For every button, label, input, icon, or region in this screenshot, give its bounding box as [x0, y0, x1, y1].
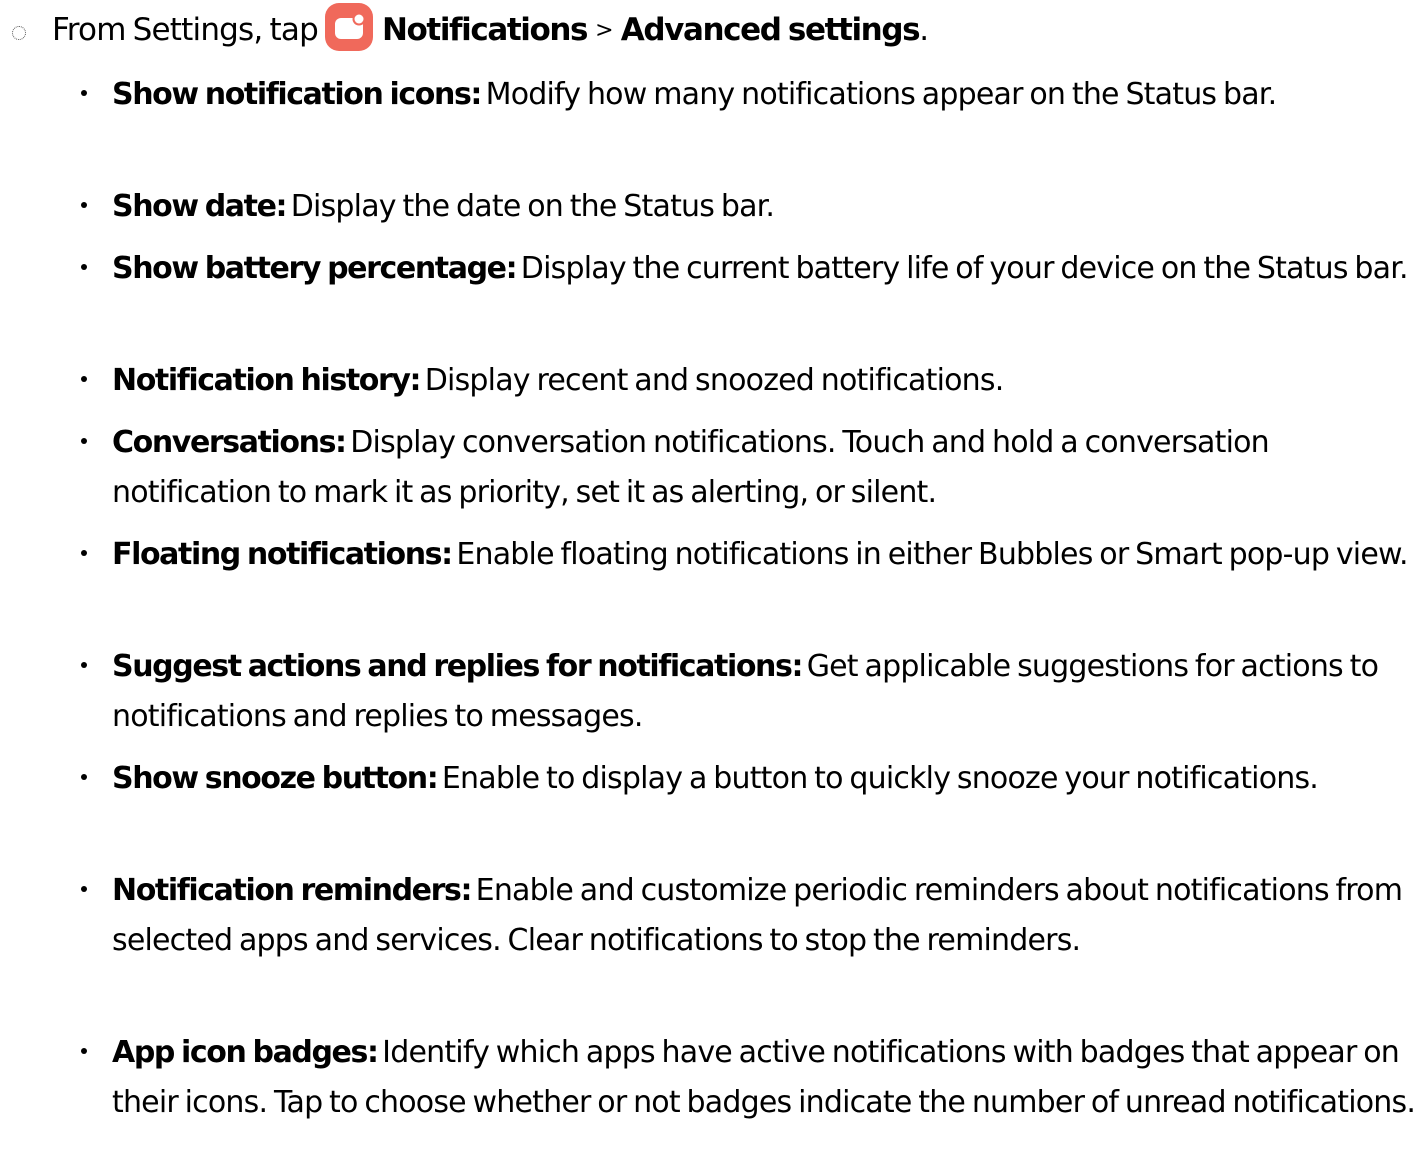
- notifications-menu-item: Notifications: [381, 12, 589, 48]
- option-colon: :: [275, 189, 288, 224]
- option-colon: :: [335, 425, 347, 460]
- step-prefix: From Settings, tap: [52, 12, 319, 48]
- instruction-step: From Settings, tap Notifications > Advanced…: [0, 0, 1426, 62]
- option-item: Show notification icons: Modify how many …: [81, 70, 1420, 120]
- option-description: Modify how many notifications appear on …: [485, 77, 1278, 112]
- bullet-icon: [81, 886, 87, 892]
- option-term: App icon badges: [112, 1035, 368, 1070]
- bullet-icon: [81, 376, 87, 382]
- bullet-icon: [81, 1048, 87, 1054]
- advanced-settings-menu-item: Advanced settings: [620, 12, 921, 48]
- option-item: Show date: Display the date on the Status…: [81, 182, 1420, 232]
- option-item: Suggest actions and replies for notifica…: [81, 642, 1420, 742]
- notifications-app-icon-badge: [354, 14, 364, 23]
- option-term: Show date: [112, 189, 277, 224]
- option-description: Display the date on the Status bar.: [290, 189, 775, 224]
- option-term: Suggest actions and replies for notifica…: [112, 649, 793, 684]
- bullet-icon: [81, 774, 87, 780]
- option-term: Conversations: [112, 425, 336, 460]
- breadcrumb-separator: >: [595, 18, 613, 43]
- option-term: Floating notifications: [112, 537, 443, 572]
- option-description: Display recent and snoozed notifications…: [424, 363, 1005, 398]
- option-item: App icon badges: Identify which apps have…: [81, 1028, 1420, 1128]
- option-item: Show battery percentage: Display the curr…: [81, 244, 1420, 294]
- option-term: Show notification icons: [112, 77, 472, 112]
- option-colon: :: [791, 649, 803, 684]
- bullet-icon: [81, 438, 87, 444]
- option-term: Show battery percentage: [112, 251, 507, 286]
- step-period: .: [919, 12, 929, 48]
- bullet-icon: [81, 662, 87, 668]
- step-text: From Settings, tap Notifications > Advanced…: [52, 2, 929, 56]
- bullet-icon: [81, 90, 87, 96]
- option-item: Notification reminders: Enable and custom…: [81, 866, 1420, 966]
- option-colon: :: [470, 77, 482, 112]
- option-colon: :: [460, 873, 472, 908]
- option-colon: :: [441, 537, 453, 572]
- option-item: Show snooze button: Enable to display a b…: [81, 754, 1420, 804]
- option-colon: :: [426, 761, 439, 796]
- option-description: Enable floating notifications in either …: [456, 537, 1408, 572]
- option-term: Notification history: [112, 363, 411, 398]
- option-term: Notification reminders: [112, 873, 462, 908]
- option-term: Show snooze button: [112, 761, 428, 796]
- step-marker-icon: [12, 26, 26, 40]
- bullet-icon: [81, 550, 87, 556]
- option-item: Floating notifications: Enable floating n…: [81, 530, 1420, 580]
- option-colon: :: [409, 363, 422, 398]
- option-item: Notification history: Display recent and …: [81, 356, 1420, 406]
- option-description: Enable to display a button to quickly sn…: [441, 761, 1319, 796]
- option-description: Display the current battery life of your…: [520, 251, 1409, 286]
- bullet-icon: [81, 264, 87, 270]
- option-colon: :: [366, 1035, 379, 1070]
- option-colon: :: [505, 251, 518, 286]
- notifications-app-icon: [324, 2, 373, 51]
- bullet-icon: [81, 202, 87, 208]
- option-item: Conversations: Display conversation notif…: [81, 418, 1420, 518]
